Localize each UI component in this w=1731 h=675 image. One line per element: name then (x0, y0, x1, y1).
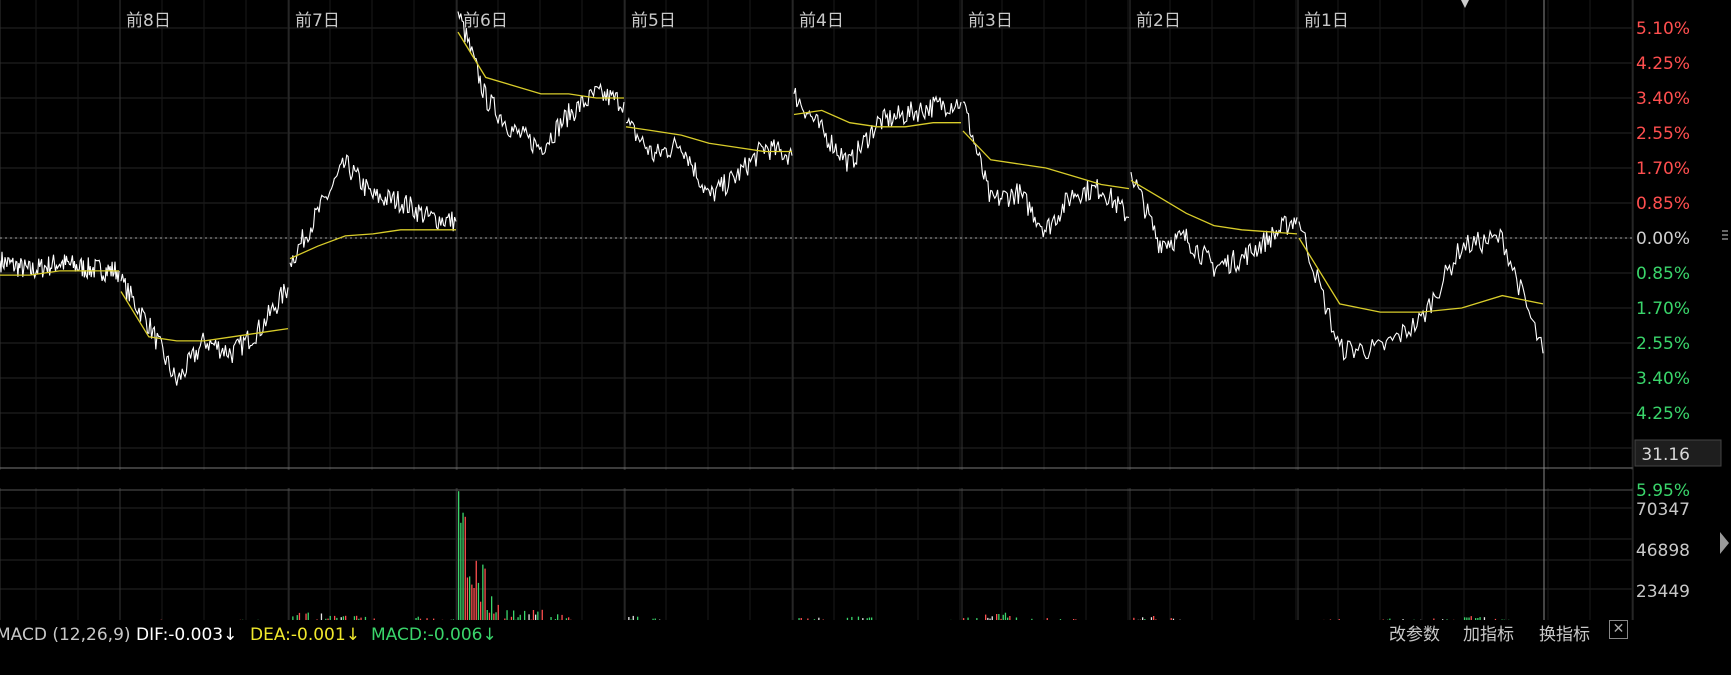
volume-bar (482, 564, 484, 627)
macd-indicator-bar: MACD (12,26,9) DIF:-0.003↓ DEA:-0.001↓ M… (0, 620, 1731, 650)
price-axis-label: 0.85% (1636, 194, 1690, 214)
price-line-day-3 (289, 154, 457, 267)
day-label: 前2日 (1136, 11, 1181, 31)
price-axis-label: 2.55% (1636, 334, 1690, 354)
price-axis-label: 4.25% (1636, 404, 1690, 424)
price-line-day-7 (962, 101, 1130, 238)
avg-price-line-day-7 (962, 130, 1130, 190)
price-axis-label: 0.85% (1636, 264, 1690, 284)
price-axis-label: 2.55% (1636, 124, 1690, 144)
volume-axis-label: 46898 (1636, 541, 1690, 561)
day-label: 前3日 (968, 11, 1013, 31)
volume-axis-label: 23449 (1636, 582, 1690, 602)
price-axis-label: 4.25% (1636, 54, 1690, 74)
resize-grip-icon[interactable] (1722, 230, 1728, 242)
price-line-day-8 (1130, 172, 1298, 277)
price-line-day-5 (625, 116, 793, 202)
volume-bar (460, 522, 462, 627)
price-line-day-6 (793, 87, 962, 172)
chart-grid (0, 0, 1634, 627)
price-axis-label: 5.95% (1636, 0, 1690, 4)
price-axis-label: 0.00% (1636, 229, 1690, 249)
current-value-box: 31.16 (1634, 439, 1722, 467)
avg-price-line-day-3 (289, 229, 456, 260)
macd-dea-value: DEA:-0.001↓ (250, 625, 360, 645)
day-label: 前8日 (126, 11, 171, 31)
volume-bar (475, 560, 477, 627)
volume-bar (462, 512, 464, 627)
day-label: 前5日 (631, 11, 676, 31)
volume-panel[interactable] (1, 491, 1541, 627)
volume-bar (458, 491, 460, 627)
price-panel[interactable] (0, 11, 1544, 386)
intraday-chart[interactable]: 5.95% 5.10% 4.25% 3.40% 2.55% 1.70% 0.85% 0.00%… (0, 0, 1731, 675)
modify-params-button[interactable]: 改参数 (1389, 620, 1440, 650)
day-label: 前4日 (799, 11, 844, 31)
crosshair-marker-icon (1461, 0, 1469, 8)
switch-indicator-button[interactable]: 换指标 (1539, 620, 1590, 650)
day-label: 前6日 (463, 11, 508, 31)
price-axis-label: 3.40% (1636, 369, 1690, 389)
day-label: 前1日 (1304, 11, 1349, 31)
close-icon[interactable]: ✕ (1609, 620, 1628, 639)
price-axis-label: 5.10% (1636, 19, 1690, 39)
macd-macd-value: MACD:-0.006↓ (371, 625, 497, 645)
macd-name: MACD (12,26,9) (0, 625, 131, 645)
price-axis-label: 1.70% (1636, 299, 1690, 319)
add-indicator-button[interactable]: 加指标 (1463, 620, 1514, 650)
price-line-day-1 (0, 251, 120, 284)
volume-bar (484, 568, 486, 627)
price-axis-label: 1.70% (1636, 159, 1690, 179)
price-axis-label: 3.40% (1636, 89, 1690, 109)
expand-right-icon[interactable] (1720, 532, 1729, 554)
avg-price-line-day-8 (1130, 179, 1298, 235)
price-axis-label-cut: 5.95% (1636, 481, 1690, 501)
current-value-label: 31.16 (1641, 445, 1690, 465)
volume-bar (464, 516, 466, 627)
volume-axis-label: 70347 (1636, 500, 1690, 520)
macd-dif-value: DIF:-0.003↓ (136, 625, 238, 645)
y-axis: 5.95% 5.10% 4.25% 3.40% 2.55% 1.70% 0.85% 0.00%… (1634, 0, 1722, 602)
day-label: 前7日 (295, 11, 340, 31)
